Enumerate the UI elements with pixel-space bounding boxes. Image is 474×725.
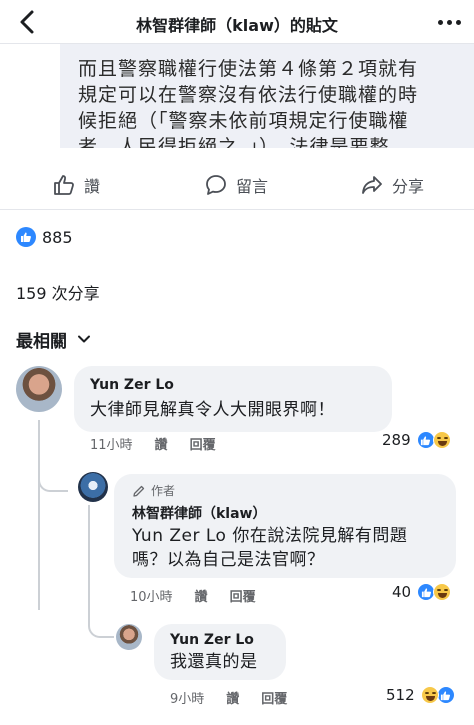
- post-text: 而且警察職權行使法第４條第２項就有 規定可以在警察沒有依法行使職權的時 候拒絕（…: [78, 56, 448, 148]
- share-label: 分享: [392, 177, 425, 196]
- like-reaction-icon: [16, 227, 36, 247]
- comment-like-button[interactable]: 讚: [195, 586, 208, 605]
- comment-author[interactable]: Yun Zer Lo: [170, 632, 254, 648]
- comment-reply-button[interactable]: 回覆: [261, 688, 287, 707]
- author-badge: 作者: [132, 482, 175, 499]
- comment-text: 大律師見解真令人大開眼界啊！: [90, 400, 335, 420]
- author-badge-label: 作者: [151, 484, 176, 498]
- comment-reaction-count: 512: [386, 686, 415, 704]
- comment-reply-button[interactable]: 回覆: [230, 586, 256, 605]
- avatar[interactable]: [78, 472, 108, 502]
- comment-reactions[interactable]: 512: [386, 686, 455, 704]
- comment-like-button[interactable]: 讚: [155, 434, 168, 453]
- post-line: 候拒絕（「警察未依前項規定行使職權: [78, 110, 409, 132]
- thread-connector: [38, 470, 68, 492]
- like-reaction-icon: [416, 431, 435, 449]
- chevron-down-icon: [78, 335, 90, 343]
- speech-bubble-icon: [206, 175, 226, 195]
- more-options-button[interactable]: [434, 8, 464, 36]
- like-label: 讚: [84, 177, 101, 196]
- avatar[interactable]: [116, 624, 142, 650]
- sort-label: 最相關: [16, 331, 67, 352]
- reaction-summary[interactable]: 885: [16, 224, 73, 250]
- haha-reaction-icon: [432, 431, 451, 449]
- comment-sort-dropdown[interactable]: 最相關: [16, 328, 91, 352]
- post-line: 規定可以在警察沒有依法行使職權的時: [78, 84, 419, 106]
- comment-like-button[interactable]: 讚: [226, 688, 239, 707]
- comment-author[interactable]: Yun Zer Lo: [90, 377, 174, 393]
- comment-reaction-count: 289: [382, 431, 411, 449]
- dot-icon: [437, 19, 443, 25]
- comment-reply-button[interactable]: 回覆: [190, 434, 216, 453]
- comment-button[interactable]: 留言: [204, 170, 268, 200]
- comment-text-line: 嗎？以為自己是法官啊？: [132, 550, 325, 570]
- comment-text: 我還真的是: [170, 652, 258, 672]
- comment-time[interactable]: 9小時: [170, 688, 204, 707]
- comment-time[interactable]: 10小時: [130, 586, 173, 605]
- comment-meta: 11小時 讚 回覆: [90, 434, 216, 453]
- share-count[interactable]: 159 次分享: [16, 280, 100, 304]
- comment-reactions[interactable]: 289: [382, 431, 451, 449]
- thread-line: [38, 490, 40, 610]
- share-button[interactable]: 分享: [360, 170, 424, 200]
- top-bar: 林智群律師（klaw）的貼文: [0, 0, 474, 44]
- dot-icon: [446, 19, 452, 25]
- shared-post-content[interactable]: 而且警察職權行使法第４條第２項就有 規定可以在警察沒有依法行使職權的時 候拒絕（…: [60, 44, 474, 148]
- comment-label: 留言: [236, 177, 269, 196]
- reaction-count: 885: [42, 227, 73, 247]
- comment-author[interactable]: 林智群律師（klaw）: [132, 503, 267, 523]
- comment-text: Yun Zer Lo 你在說法院見解有問題 嗎？以為自己是法官啊？: [132, 524, 407, 572]
- comment-reactions[interactable]: 40: [392, 583, 452, 601]
- like-button[interactable]: 讚: [52, 170, 100, 200]
- comment-text-line: Yun Zer Lo 你在說法院見解有問題: [132, 526, 408, 546]
- post-line: 者，人民得拒絕之。」）。法律是要整: [78, 136, 390, 148]
- comment-time[interactable]: 11小時: [90, 434, 133, 453]
- comment-meta: 10小時 讚 回覆: [130, 586, 256, 605]
- back-button[interactable]: [14, 8, 42, 36]
- thread-connector: [88, 604, 114, 638]
- thumbs-up-icon: [54, 175, 74, 195]
- dot-icon: [455, 19, 461, 25]
- comment-reaction-count: 40: [392, 583, 412, 601]
- pencil-icon: [133, 485, 145, 497]
- comment-meta: 9小時 讚 回覆: [170, 688, 287, 707]
- share-arrow-icon: [362, 176, 382, 194]
- chevron-left-icon: [20, 10, 34, 34]
- post-action-bar: 讚 留言 分享: [0, 160, 474, 210]
- avatar[interactable]: [16, 366, 62, 412]
- haha-reaction-icon: [433, 583, 452, 601]
- post-line: 而且警察職權行使法第４條第２項就有: [78, 58, 419, 80]
- like-reaction-icon: [436, 686, 455, 704]
- haha-reaction-icon: [420, 686, 439, 704]
- page-title: 林智群律師（klaw）的貼文: [136, 16, 338, 35]
- thread-line: [88, 505, 90, 605]
